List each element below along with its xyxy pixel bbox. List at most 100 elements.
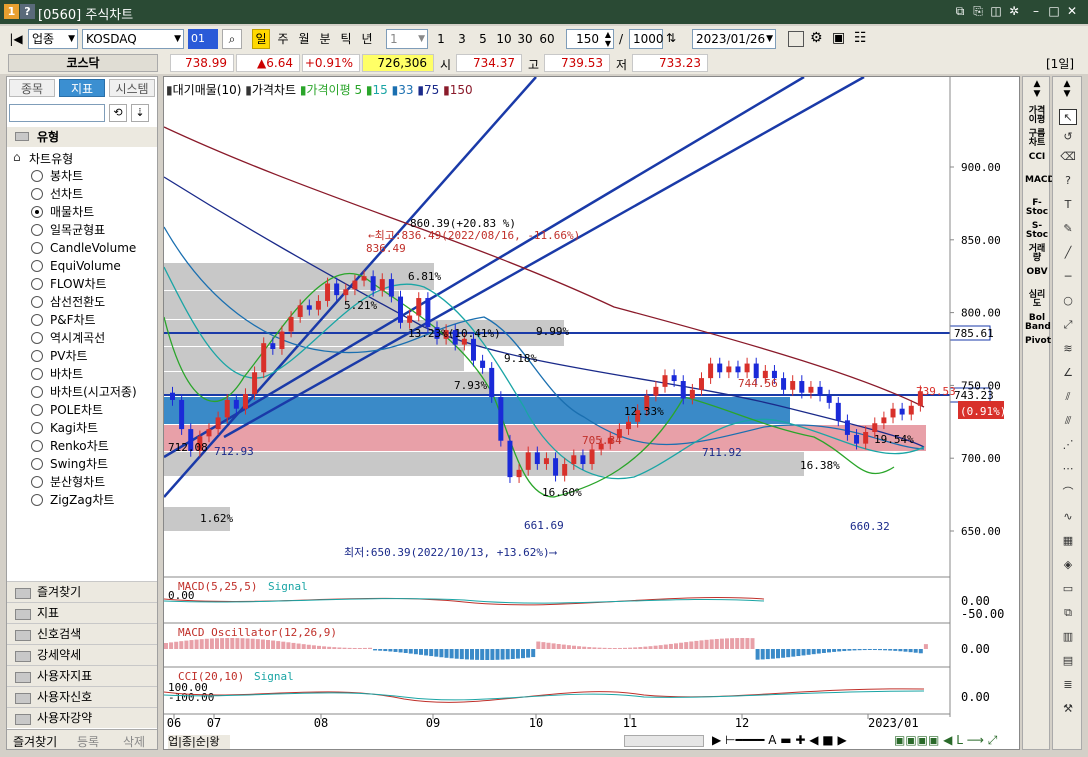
cursor-tool-icon[interactable]: ↖ — [1059, 109, 1077, 125]
help-tool-icon[interactable]: ? — [1059, 173, 1077, 189]
chart-type-radio[interactable] — [31, 260, 43, 272]
gann-tool-icon[interactable]: ⋰ — [1059, 437, 1077, 453]
mult-30[interactable]: 30 — [515, 29, 535, 49]
indicator-shortcut[interactable]: 거래량 — [1025, 245, 1049, 263]
copy-tool-icon[interactable]: ⧉ — [1059, 605, 1077, 621]
chart-type-radio[interactable] — [31, 296, 43, 308]
mult-3[interactable]: 3 — [454, 29, 470, 49]
bottom-tab-delete[interactable]: 삭제 — [123, 733, 145, 750]
mult-60[interactable]: 60 — [537, 29, 557, 49]
folder-item[interactable]: 사용자신호 — [7, 686, 157, 707]
channel-tool-icon[interactable]: ⫻ — [1059, 413, 1077, 429]
mult-1[interactable]: 1 — [433, 29, 449, 49]
period-minute[interactable]: 분 — [316, 29, 334, 49]
indicator-shortcut[interactable]: Pivot — [1025, 337, 1051, 346]
circle-tool-icon[interactable]: ○ — [1059, 293, 1077, 309]
period-year[interactable]: 년 — [358, 29, 376, 49]
auto-tool-icon[interactable]: ◈ — [1059, 557, 1077, 573]
price-chart-svg[interactable]: 785.61743.23(0.91%)739.53 860.39(+20.83 … — [164, 77, 1019, 749]
chart-type-icon[interactable] — [788, 31, 804, 47]
wave-tool-icon[interactable]: ∿ — [1059, 509, 1077, 525]
scroll-down-icon[interactable]: ▼ — [1025, 89, 1049, 99]
chart-type-label[interactable]: 봉차트 — [50, 169, 83, 183]
chart-type-radio[interactable] — [31, 386, 43, 398]
chart-type-radio[interactable] — [31, 332, 43, 344]
indicator-shortcut[interactable]: S-Stoc — [1025, 222, 1049, 240]
refresh-icon[interactable]: ⟲ — [109, 104, 127, 122]
chart-type-label[interactable]: 분산형차트 — [50, 475, 105, 489]
undo-tool-icon[interactable]: ↺ — [1059, 129, 1077, 145]
chart-type-label[interactable]: 바차트(시고저종) — [50, 385, 137, 399]
arc-tool-icon[interactable]: ⌒ — [1059, 485, 1077, 501]
maximize-icon[interactable]: □ — [1046, 3, 1062, 19]
link-icon[interactable]: ⎘ — [970, 3, 986, 19]
period-day[interactable]: 일 — [252, 29, 270, 49]
fan-tool-icon[interactable]: ⫽ — [1059, 389, 1077, 405]
period-tick[interactable]: 틱 — [337, 29, 355, 49]
panel-toggle-icon[interactable]: |◀ — [6, 30, 26, 48]
chart-type-label[interactable]: EquiVolume — [50, 259, 121, 273]
mult-10[interactable]: 10 — [494, 29, 514, 49]
settings-gear-icon[interactable]: ⚙ — [810, 30, 823, 46]
chart-tab-1[interactable]: 업 — [168, 735, 178, 748]
text-tool-icon[interactable]: T — [1059, 197, 1077, 213]
period-month[interactable]: 월 — [295, 29, 313, 49]
horizontal-scrollbar[interactable] — [624, 735, 704, 747]
folder-item[interactable]: 즐겨찾기 — [7, 581, 157, 602]
chart-type-radio[interactable] — [31, 278, 43, 290]
period-week[interactable]: 주 — [274, 29, 292, 49]
max-count-input[interactable]: 1000 — [629, 29, 664, 49]
hline-tool-icon[interactable]: ─ — [1059, 269, 1077, 285]
chart-type-label[interactable]: P&F차트 — [50, 313, 96, 327]
tree-root[interactable]: 차트유형 — [29, 150, 73, 167]
legend-price-chart[interactable]: 가격차트 — [252, 83, 296, 97]
code-badge[interactable]: 01 — [188, 29, 218, 49]
chart-type-label[interactable]: Kagi차트 — [50, 421, 98, 435]
chart-type-radio[interactable] — [31, 350, 43, 362]
indicator-shortcut[interactable]: F-Stoc — [1025, 199, 1049, 217]
window-tool-icon[interactable]: ▭ — [1059, 581, 1077, 597]
report-tool-icon[interactable]: ▤ — [1059, 653, 1077, 669]
section-type[interactable]: 유형 — [7, 127, 157, 147]
chart-tab-4[interactable]: 왕 — [210, 735, 220, 748]
tools-icon[interactable]: ⚒ — [1059, 701, 1077, 717]
folder-item[interactable]: 사용자강약 — [7, 707, 157, 728]
chart-type-radio[interactable] — [31, 242, 43, 254]
market-select[interactable]: 업종 ▼ — [28, 29, 78, 49]
indicator-shortcut[interactable]: OBV — [1025, 268, 1049, 277]
chart-type-label[interactable]: 선차트 — [50, 187, 83, 201]
tab-system[interactable]: 시스템 — [109, 79, 155, 97]
camera-icon[interactable]: ◫ — [988, 3, 1004, 19]
chart-tool-icon[interactable]: ▥ — [1059, 629, 1077, 645]
chart-type-label[interactable]: 일목균형표 — [50, 223, 105, 237]
count-options-icon[interactable]: ⇅ — [666, 31, 676, 45]
indicator-shortcut[interactable]: 가격이평 — [1025, 107, 1049, 125]
chart-type-radio[interactable] — [31, 422, 43, 434]
indicator-shortcut[interactable]: CCI — [1025, 153, 1049, 162]
chart-type-radio[interactable] — [31, 188, 43, 200]
bottom-tab-register[interactable]: 등록 — [77, 733, 99, 750]
zoom-controls[interactable]: ▶ ⊢━━━━ A ▬ ✚ ◀ ■ ▶ — [712, 733, 847, 747]
chart-type-radio[interactable] — [31, 170, 43, 182]
folder-item[interactable]: 사용자지표 — [7, 665, 157, 686]
chart-type-radio[interactable] — [31, 368, 43, 380]
chart-type-label[interactable]: CandleVolume — [50, 241, 136, 255]
chart-type-radio[interactable] — [31, 494, 43, 506]
help-icon[interactable]: ? — [20, 4, 35, 19]
chart-type-radio[interactable] — [31, 224, 43, 236]
folder-item[interactable]: 강세약세 — [7, 644, 157, 665]
line-tool-icon[interactable]: ╱ — [1059, 245, 1077, 261]
symbol-input[interactable]: KOSDAQ ▼ — [82, 29, 184, 49]
chart-type-radio[interactable] — [31, 404, 43, 416]
chart-type-label[interactable]: FLOW차트 — [50, 277, 107, 291]
angle-tool-icon[interactable]: ∠ — [1059, 365, 1077, 381]
eraser-tool-icon[interactable]: ⌫ — [1059, 149, 1077, 165]
search-icon[interactable]: ⌕ — [222, 29, 242, 49]
restore-layout-icon[interactable]: ⧉ — [952, 3, 968, 19]
date-picker[interactable]: 2023/01/26 ▼ — [692, 29, 776, 49]
folder-item[interactable]: 신호검색 — [7, 623, 157, 644]
export-icons[interactable]: ▣▣▣▣ ◀ L ⟶ ⤢ — [894, 733, 997, 748]
folder-item[interactable]: 지표 — [7, 602, 157, 623]
chart-type-radio[interactable] — [31, 206, 43, 218]
layout-icon[interactable]: ☷ — [854, 30, 867, 46]
